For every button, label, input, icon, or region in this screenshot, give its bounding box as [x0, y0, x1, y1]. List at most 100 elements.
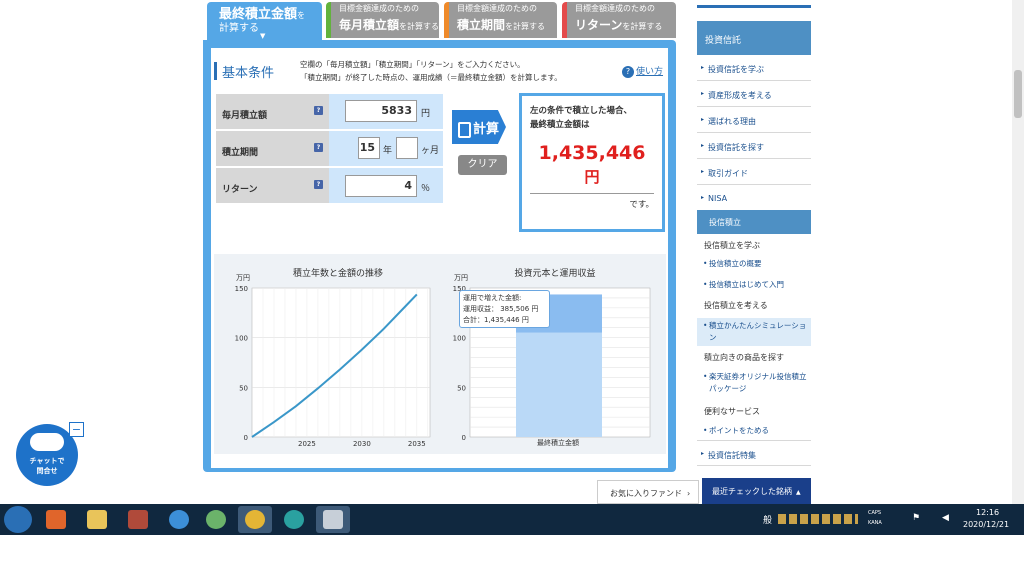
calculator-icon [458, 121, 471, 138]
result-box: 左の条件で積立した場合、 最終積立金額は 1,435,446 円 です。 [519, 93, 665, 232]
robot-icon [30, 433, 64, 451]
basic-desc-2: 「積立期間」が終了した時点の、運用成績（＝最終積立金額）を計算します。 [300, 73, 562, 82]
tray-icons [778, 514, 858, 524]
months-unit: ヶ月 [421, 146, 440, 156]
monthly-label: 毎月積立額? [216, 94, 329, 130]
sidebar-group-title: 投信積立を学ぶ [704, 241, 760, 250]
tray-kana: KANA [868, 520, 882, 526]
tab-monthly-amount[interactable]: 目標金額達成のための 毎月積立額を計算する [326, 2, 439, 38]
sidebar-item[interactable]: 投資信託を学ぶ [697, 55, 811, 81]
y-tick-label: 150 [235, 285, 248, 293]
result-amount: 1,435,446 [538, 142, 646, 164]
y-tick-label: 50 [239, 384, 248, 392]
period-years-input[interactable]: 15 [358, 137, 380, 159]
flag-icon[interactable]: ⚑ [912, 513, 920, 523]
sidebar-item[interactable]: 選ばれる理由 [697, 107, 811, 133]
clear-button[interactable]: クリア [458, 155, 507, 175]
basic-title: 基本条件 [214, 62, 274, 81]
y-tick-label: 0 [462, 434, 466, 442]
sidebar-item-feature[interactable]: 投資信託特集 [697, 440, 811, 466]
y-tick-label: 50 [457, 384, 466, 392]
line-chart: 積立年数と金額の推移 万円 0 50 100 150 2025 2030 2035 [235, 267, 431, 448]
tab-final-amount-label: 最終積立金額 [219, 7, 298, 22]
bar-tooltip: 運用で増えた金額: 運用収益： 385,506 円 合計：1,435,446 円 [459, 290, 550, 328]
sidebar-sublink[interactable]: 投信積立はじめて入門 [697, 279, 811, 291]
chevron-up-icon: ▲ [796, 489, 801, 496]
bar-category-label: 最終積立金額 [537, 438, 579, 447]
x-tick-label: 2025 [298, 440, 316, 448]
period-months-input[interactable] [396, 137, 418, 159]
line-chart-title: 積立年数と金額の推移 [293, 267, 383, 279]
sidebar-item[interactable]: NISA [697, 185, 811, 211]
return-unit: ％ [421, 184, 431, 194]
taskbar-chrome[interactable] [238, 506, 272, 533]
scrollbar-thumb[interactable] [1014, 70, 1022, 118]
clock-date[interactable]: 2020/12/21 [963, 520, 1009, 529]
sidebar-item[interactable]: 資産形成を考える [697, 81, 811, 107]
sidebar-sublink[interactable]: 投信積立の概要 [697, 258, 811, 270]
taskbar: 般 CAPS KANA ⚑ ◀ 12:16 2020/12/21 [0, 504, 1024, 535]
period-label: 積立期間? [216, 131, 329, 167]
result-line-1: 左の条件で積立した場合、 [530, 106, 633, 116]
monthly-unit: 円 [421, 109, 431, 119]
taskbar-ie[interactable] [162, 506, 196, 533]
tab-period[interactable]: 目標金額達成のための 積立期間を計算する [444, 2, 557, 38]
volume-icon[interactable]: ◀ [942, 513, 949, 523]
return-label: リターン? [216, 168, 329, 204]
sidebar-item[interactable]: 投資信託を探す [697, 133, 811, 159]
result-yen: 円 [584, 168, 600, 186]
sidebar-top-border [697, 0, 811, 8]
result-desu: です。 [629, 200, 654, 210]
taskbar-explorer[interactable] [80, 506, 114, 533]
chat-line-2: 問合せ [36, 467, 58, 475]
result-divider [530, 193, 654, 194]
taskbar-app[interactable] [199, 506, 233, 533]
tab-final-amount-sub: 計算する [219, 23, 259, 34]
calc-button[interactable]: 計算 [452, 110, 506, 144]
taskbar-calculator[interactable] [316, 506, 350, 533]
favorite-funds-button[interactable]: お気に入りファンド › [597, 480, 699, 504]
sidebar-item[interactable]: 取引ガイド [697, 159, 811, 185]
taskbar-game[interactable] [121, 506, 155, 533]
monthly-input[interactable]: 5833 [345, 100, 417, 122]
help-icon[interactable]: ? [314, 143, 323, 152]
sidebar-sublink[interactable]: 楽天証券オリジナル投信積立パッケージ [697, 371, 811, 395]
x-tick-label: 2035 [408, 440, 426, 448]
sidebar-item-active[interactable]: 投信積立 [697, 210, 811, 234]
y-tick-label: 0 [244, 434, 248, 442]
taskbar-edge[interactable] [277, 506, 311, 533]
clock-time[interactable]: 12:16 [976, 508, 999, 517]
scrollbar-track[interactable] [1012, 0, 1024, 504]
y-tick-label: 100 [453, 335, 466, 343]
basic-desc-1: 空欄の「毎月積立額」「積立期間」「リターン」をご入力ください。 [300, 60, 525, 69]
recent-checked-button[interactable]: 最近チェックした銘柄 ▲ [702, 478, 811, 504]
result-line-2: 最終積立金額は [530, 120, 590, 130]
help-link[interactable]: ? 使い方 [622, 64, 663, 78]
tab-final-amount[interactable]: 最終積立金額を 計算する ▼ [207, 2, 322, 40]
bar-principal[interactable] [516, 332, 602, 437]
sidebar-group-title: 便利なサービス [704, 407, 760, 416]
chevron-right-icon: › [687, 489, 691, 498]
bar-chart-title: 投資元本と運用収益 [514, 267, 595, 279]
question-icon: ? [622, 66, 634, 78]
y-tick-label: 100 [235, 335, 248, 343]
bar-chart-ylabel: 万円 [454, 274, 468, 282]
return-input[interactable]: 4 [345, 175, 417, 197]
chat-line-1: チャットで [29, 457, 65, 465]
chat-minimize-button[interactable]: − [69, 422, 84, 437]
years-unit: 年 [383, 146, 393, 156]
sidebar-sublink[interactable]: ポイントをためる [697, 425, 811, 437]
help-icon[interactable]: ? [314, 180, 323, 189]
help-icon[interactable]: ? [314, 106, 323, 115]
sidebar-group-title: 投信積立を考える [704, 301, 768, 310]
tab-return[interactable]: 目標金額達成のための リターンを計算する [562, 2, 676, 38]
tray-caps: CAPS [868, 510, 882, 516]
sidebar-group-title: 積立向きの商品を探す [704, 353, 784, 362]
tray-ime[interactable]: 般 [763, 513, 772, 526]
sidebar-header[interactable]: 投資信託 [697, 21, 811, 55]
start-button[interactable] [4, 506, 32, 533]
sidebar-sublink[interactable]: 積立かんたんシミュレーション [697, 318, 811, 346]
taskbar-media-player[interactable] [39, 506, 73, 533]
x-tick-label: 2030 [353, 440, 371, 448]
line-chart-ylabel: 万円 [236, 274, 250, 282]
